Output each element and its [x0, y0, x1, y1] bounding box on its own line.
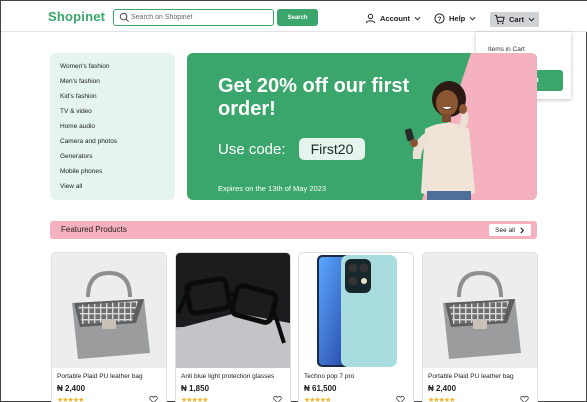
search-button[interactable]: Search — [277, 9, 318, 26]
rating-stars: ★★★★★ — [181, 397, 208, 402]
search-input[interactable] — [131, 11, 269, 24]
featured-products-title: Featured Products — [61, 225, 127, 234]
product-price: ₦ 1,850 — [181, 384, 210, 393]
cart-menu[interactable]: Cart — [490, 12, 540, 27]
product-name: Anti blue light protection glasses — [181, 373, 275, 380]
promo-title: Get 20% off our first order! — [218, 75, 410, 120]
sidebar-item-kids-fashion[interactable]: Kid's fashion — [60, 93, 97, 100]
search-icon — [119, 12, 130, 23]
heart-icon[interactable] — [520, 395, 529, 402]
promo-woman-image — [404, 81, 475, 200]
help-menu[interactable]: ? Help — [434, 11, 476, 25]
promo-code: First20 — [299, 138, 365, 160]
chevron-down-icon — [414, 16, 421, 21]
cart-label: Cart — [509, 15, 525, 24]
product-card[interactable]: Portable Plaid PU leather bag ₦ 2,400 ★★… — [51, 252, 167, 402]
heart-icon[interactable] — [396, 395, 405, 402]
see-all-button[interactable]: See all — [489, 224, 531, 236]
category-sidebar: Women's fashion Men's fashion Kid's fash… — [50, 53, 175, 200]
sidebar-item-tv-video[interactable]: TV & video — [60, 108, 92, 115]
account-label: Account — [380, 13, 410, 23]
cart-icon — [494, 14, 505, 25]
product-price: ₦ 2,400 — [428, 384, 457, 393]
rating-stars: ★★★★★ — [304, 397, 331, 402]
heart-icon[interactable] — [149, 395, 158, 402]
featured-products-bar: Featured Products See all — [50, 221, 537, 239]
rating-stars: ★★★★★ — [57, 397, 84, 402]
sidebar-item-mobile-phones[interactable]: Mobile phones — [60, 168, 102, 175]
product-price: ₦ 2,400 — [57, 384, 86, 393]
chevron-down-icon — [528, 17, 535, 22]
site-logo[interactable]: Shopinet — [48, 9, 105, 24]
product-name: Techno pop 7 pro — [304, 373, 355, 380]
account-menu[interactable]: Account — [365, 11, 421, 25]
product-card[interactable]: Techno pop 7 pro ₦ 61,500 ★★★★★ — [298, 252, 414, 402]
sidebar-item-generators[interactable]: Generators — [60, 153, 93, 160]
sidebar-item-mens-fashion[interactable]: Men's fashion — [60, 78, 100, 85]
handbag-image — [52, 253, 166, 368]
help-label: Help — [449, 13, 466, 23]
top-header: Shopinet Search Account ? Help — [1, 1, 587, 32]
promo-expiry: Expires on the 13th of May 2023 — [218, 184, 326, 193]
product-name: Portable Plaid PU leather bag — [57, 373, 143, 380]
promo-banner[interactable]: Get 20% off our first order! Use code: F… — [187, 53, 537, 200]
cart-items-message: Items in Cart — [488, 46, 525, 53]
chevron-down-icon — [469, 16, 476, 21]
sidebar-item-home-audio[interactable]: Home audio — [60, 123, 95, 130]
user-icon — [365, 13, 376, 23]
see-all-label: See all — [495, 226, 515, 234]
handbag-image — [423, 253, 537, 368]
chevron-right-icon — [520, 226, 525, 234]
rating-stars: ★★★★★ — [428, 397, 455, 402]
smartphone-image — [299, 253, 413, 368]
eyeglasses-image — [176, 253, 290, 368]
svg-text:?: ? — [438, 15, 442, 22]
sidebar-item-view-all[interactable]: View all — [60, 183, 82, 190]
product-card[interactable]: Portable Plaid PU leather bag ₦ 2,400 ★★… — [422, 252, 538, 402]
search-box[interactable] — [113, 9, 274, 26]
heart-icon[interactable] — [273, 395, 282, 402]
promo-code-label: Use code: — [218, 141, 286, 158]
help-icon: ? — [434, 12, 445, 24]
sidebar-item-womens-fashion[interactable]: Women's fashion — [60, 63, 110, 70]
product-price: ₦ 61,500 — [304, 384, 337, 393]
sidebar-item-camera-photos[interactable]: Camera and photos — [60, 138, 117, 145]
product-name: Portable Plaid PU leather bag — [428, 373, 514, 380]
product-card[interactable]: Anti blue light protection glasses ₦ 1,8… — [175, 252, 291, 402]
